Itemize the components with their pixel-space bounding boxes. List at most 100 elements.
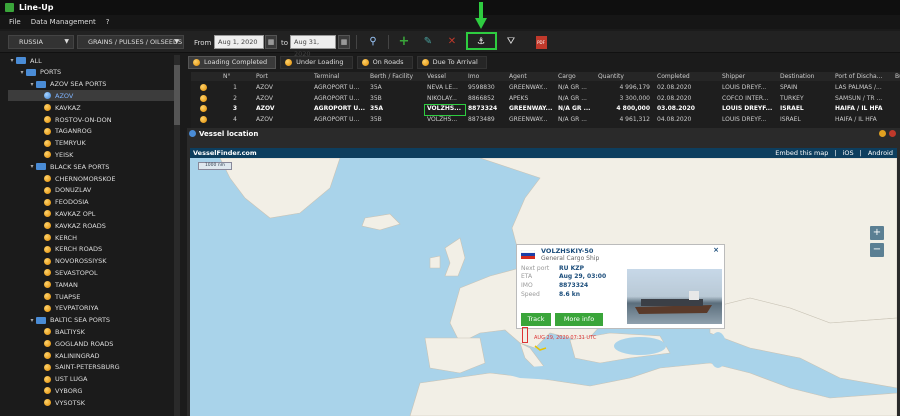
tree-port-item[interactable]: BALTIYSK: [8, 326, 174, 337]
column-header[interactable]: Completed: [657, 72, 717, 81]
tab-under-loading[interactable]: Under Loading: [280, 55, 353, 69]
world-map[interactable]: 1000 nm + − VOLZHSKIY-50 General Cargo S…: [190, 158, 897, 416]
port-status-icon: [44, 151, 51, 159]
menu-data-management[interactable]: Data Management: [31, 18, 96, 26]
column-header[interactable]: Quantity: [598, 72, 650, 81]
sidebar-scrollbar[interactable]: [174, 55, 180, 416]
column-header[interactable]: Terminal: [314, 72, 368, 81]
add-icon[interactable]: +: [396, 34, 412, 50]
tree-all[interactable]: ▾ ALL: [8, 55, 174, 66]
column-header[interactable]: Agent: [509, 72, 555, 81]
tree-group[interactable]: ▾ BLACK SEA PORTS: [8, 161, 174, 172]
vessel-position-marker[interactable]: [522, 327, 528, 343]
tree-port-item[interactable]: NOVOROSSIYSK: [8, 256, 174, 267]
embed-map-link[interactable]: Embed this map: [775, 148, 828, 158]
tree-port-item[interactable]: VYSOTSK: [8, 397, 174, 408]
search-icon[interactable]: ⚲: [365, 34, 381, 50]
menu-file[interactable]: File: [9, 18, 21, 26]
column-header[interactable]: Bu: [895, 72, 900, 81]
zoom-out-button[interactable]: −: [870, 243, 884, 257]
tree-port-item[interactable]: TEMRYUK: [8, 138, 174, 149]
column-header[interactable]: Shipper: [722, 72, 776, 81]
country-select[interactable]: RUSSIA ▼: [8, 35, 74, 49]
tree-group[interactable]: ▾ BALTIC SEA PORTS: [8, 315, 174, 326]
tree-item-label: NOVOROSSIYSK: [55, 257, 107, 266]
tree-port-item[interactable]: UST LUGA: [8, 374, 174, 385]
expand-arrow-icon[interactable]: ▾: [28, 163, 36, 170]
tree-port-item[interactable]: SAINT-PETERSBURG: [8, 362, 174, 373]
close-icon[interactable]: [889, 130, 896, 137]
tree-port-item[interactable]: KALININGRAD: [8, 350, 174, 361]
delete-icon[interactable]: ✕: [444, 34, 460, 50]
tree-port-item[interactable]: SEVASTOPOL: [8, 267, 174, 278]
ios-link[interactable]: iOS: [843, 148, 854, 158]
tree-port-item[interactable]: TUAPSE: [8, 291, 174, 302]
commodity-select[interactable]: GRAINS / PULSES / OILSEEDS ▼: [77, 35, 184, 49]
tree-port-item[interactable]: FEODOSIA: [8, 197, 174, 208]
table-row[interactable]: 1 AZOV AGROPORT U... 35A NEVA LE... 9598830 GR…: [191, 83, 900, 92]
filter-icon[interactable]: ⛛: [503, 34, 519, 50]
expand-arrow-icon[interactable]: ▾: [8, 57, 16, 64]
speed-value: 8.6 kn: [559, 291, 580, 298]
tree-item-label: KAVKAZ OPL: [55, 209, 96, 218]
tree-port-item[interactable]: DONUZLAV: [8, 185, 174, 196]
table-row[interactable]: 2 AZOV AGROPORT U... 35B NIKOLAY... 8866852 AP…: [191, 94, 900, 103]
expand-arrow-icon[interactable]: ▾: [28, 317, 36, 324]
tab-loading-completed[interactable]: Loading Completed: [188, 55, 277, 69]
to-date-input[interactable]: Aug 31, 2020: [290, 35, 336, 58]
table-cell: COFCO INTER...: [722, 94, 769, 102]
zoom-in-button[interactable]: +: [870, 226, 884, 240]
expand-arrow-icon[interactable]: ▾: [28, 81, 36, 88]
table-cell: 3 300,000: [619, 94, 650, 102]
tree-port-item[interactable]: TAGANROG: [8, 126, 174, 137]
port-status-icon: [44, 245, 51, 253]
scrollbar-thumb[interactable]: [174, 65, 180, 125]
minimize-icon[interactable]: [879, 130, 886, 137]
tab-on-roads[interactable]: On Roads: [356, 55, 413, 69]
tree-port-item[interactable]: KAVKAZ OPL: [8, 208, 174, 219]
pdf-export-icon[interactable]: PDF: [533, 34, 549, 50]
tree-port-item[interactable]: KAVKAZ: [8, 102, 174, 113]
column-header[interactable]: N°: [223, 72, 237, 81]
track-button[interactable]: Track: [521, 313, 551, 326]
tree-port-item[interactable]: VYBORG: [8, 385, 174, 396]
column-header[interactable]: Cargo: [558, 72, 594, 81]
android-link[interactable]: Android: [868, 148, 893, 158]
tree-port-item[interactable]: AZOV: [8, 90, 174, 102]
table-cell: 35A: [370, 84, 382, 91]
from-date-input[interactable]: Aug 1, 2020: [214, 35, 264, 49]
tree-group[interactable]: ▾ AZOV SEA PORTS: [8, 79, 174, 90]
vesselfinder-brand[interactable]: VesselFinder.com: [193, 149, 257, 157]
more-info-button[interactable]: More info: [555, 313, 603, 326]
edit-icon[interactable]: ✎: [420, 34, 436, 50]
tab-due-to-arrival[interactable]: Due To Arrival: [416, 55, 487, 69]
column-header[interactable]: Vessel: [427, 72, 465, 81]
column-header[interactable]: Port of Discha...: [835, 72, 893, 81]
calendar-icon[interactable]: ▦: [338, 35, 350, 49]
tree-port-item[interactable]: TAMAN: [8, 279, 174, 290]
table-cell: 4 961,312: [619, 115, 650, 123]
tree-port-item[interactable]: CHERNOMORSKOE: [8, 173, 174, 184]
port-status-icon: [44, 352, 51, 359]
title-bar: Line-Up: [0, 0, 900, 15]
tree-port-item[interactable]: YEISK: [8, 149, 174, 160]
table-row[interactable]: 4 AZOV AGROPORT U... 35B VOLZHS... 8873489 GRE…: [191, 115, 900, 124]
vessel-name[interactable]: VOLZHSKIY-50: [541, 247, 593, 255]
table-row[interactable]: 3 AZOV AGROPORT U... 35A VOLZHS... 8873324 GRE…: [191, 104, 900, 113]
tree-port-item[interactable]: ROSTOV-ON-DON: [8, 114, 174, 125]
calendar-icon[interactable]: ▦: [265, 35, 277, 49]
column-header[interactable]: Imo: [468, 72, 506, 81]
column-header[interactable]: Port: [256, 72, 311, 81]
tree-port-item[interactable]: KAVKAZ ROADS: [8, 220, 174, 231]
close-icon[interactable]: ×: [713, 246, 719, 254]
tree-item-label: PORTS: [40, 68, 62, 77]
tree-ports[interactable]: ▾ PORTS: [8, 67, 174, 78]
tree-port-item[interactable]: GOGLAND ROADS: [8, 338, 174, 349]
column-header[interactable]: Berth / Facility: [370, 72, 425, 81]
expand-arrow-icon[interactable]: ▾: [18, 69, 26, 76]
tree-port-item[interactable]: KERCH ROADS: [8, 244, 174, 255]
tree-port-item[interactable]: YEVPATORIYA: [8, 303, 174, 314]
column-header[interactable]: Destination: [780, 72, 832, 81]
menu-help[interactable]: ?: [106, 18, 110, 26]
tree-port-item[interactable]: KERCH: [8, 232, 174, 243]
